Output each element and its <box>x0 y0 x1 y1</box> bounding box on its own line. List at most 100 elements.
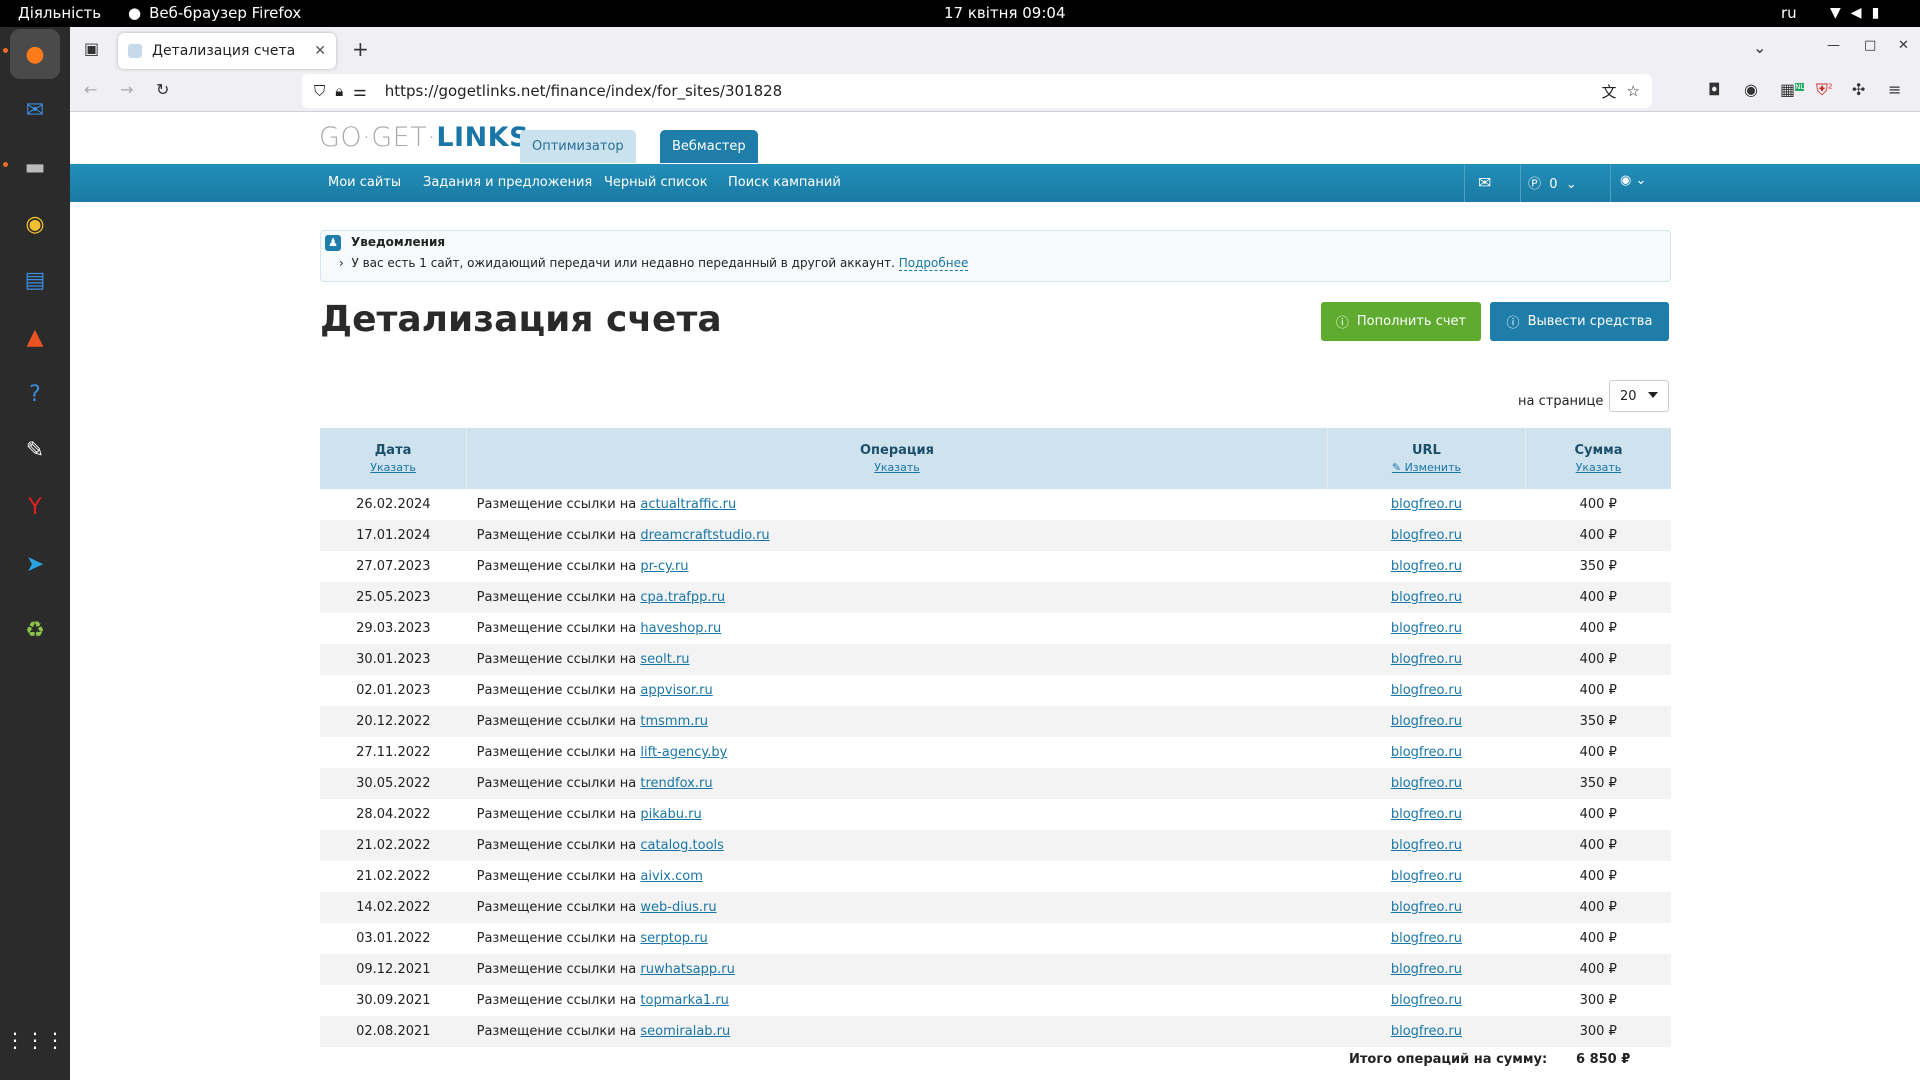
balance-menu[interactable]: Ⓟ 0 ⌄ <box>1528 173 1577 192</box>
operation-site-link[interactable]: catalog.tools <box>640 838 724 853</box>
operation-site-link[interactable]: serptop.ru <box>640 931 707 946</box>
tab-current[interactable]: Детализация счета ✕ <box>118 33 336 69</box>
row-url-link[interactable]: blogfreo.ru <box>1391 683 1462 698</box>
mail-icon[interactable]: ✉ <box>1478 173 1491 192</box>
topup-button[interactable]: ⓘ Пополнить счет <box>1321 302 1481 341</box>
operation-site-link[interactable]: lift-agency.by <box>640 745 727 760</box>
url-text[interactable]: https://gogetlinks.net/finance/index/for… <box>385 82 783 100</box>
operation-site-link[interactable]: seolt.ru <box>640 652 689 667</box>
row-url-link[interactable]: blogfreo.ru <box>1391 497 1462 512</box>
row-url-link[interactable]: blogfreo.ru <box>1391 776 1462 791</box>
row-url-link[interactable]: blogfreo.ru <box>1391 993 1462 1008</box>
url-change-link[interactable]: ✎ Изменить <box>1328 461 1525 474</box>
row-url-link[interactable]: blogfreo.ru <box>1391 714 1462 729</box>
files-dock-icon[interactable]: ▬ <box>10 142 60 192</box>
tab-webmaster[interactable]: Вебмастер <box>660 130 758 163</box>
operation-site-link[interactable]: web-dius.ru <box>640 900 716 915</box>
show-apps-icon[interactable]: ⋮⋮⋮ <box>5 1015 65 1065</box>
clock[interactable]: 17 квітня 09:04 <box>944 4 1066 22</box>
row-url-link[interactable]: blogfreo.ru <box>1391 807 1462 822</box>
reload-icon[interactable]: ↻ <box>156 80 169 99</box>
operation-filter-link[interactable]: Указать <box>467 461 1327 474</box>
row-url-link[interactable]: blogfreo.ru <box>1391 590 1462 605</box>
nav-blacklist[interactable]: Черный список <box>604 175 708 190</box>
help-dock-icon[interactable]: ? <box>10 369 60 419</box>
minimize-icon[interactable]: — <box>1827 38 1840 53</box>
operation-site-link[interactable]: ruwhatsapp.ru <box>640 962 734 977</box>
thunderbird-dock-icon[interactable]: ✉ <box>10 85 60 135</box>
row-url-link[interactable]: blogfreo.ru <box>1391 1024 1462 1039</box>
bookmark-star-icon[interactable]: ☆ <box>1627 82 1640 100</box>
operation-site-link[interactable]: cpa.trafpp.ru <box>640 590 725 605</box>
telegram-dock-icon[interactable]: ➤ <box>10 539 60 589</box>
row-url-link[interactable]: blogfreo.ru <box>1391 900 1462 915</box>
operation-site-link[interactable]: topmarka1.ru <box>640 993 729 1008</box>
pocket-icon[interactable]: ◘ <box>1708 80 1721 99</box>
user-menu[interactable]: ◉ ⌄ <box>1620 173 1646 188</box>
withdraw-button[interactable]: ⓘ Вывести средства <box>1490 302 1669 341</box>
extension-icon[interactable]: ▦NL <box>1780 80 1805 99</box>
ublock-icon[interactable]: ⛨2 <box>1816 80 1832 100</box>
table-row: 21.02.2022 Размещение ссылки на catalog.t… <box>320 830 1671 861</box>
ext-badge-nl: NL <box>1795 82 1805 91</box>
nav-tasks[interactable]: Задания и предложения <box>423 175 592 190</box>
account-icon[interactable]: ◉ <box>1744 80 1758 99</box>
tab-list-chevron-icon[interactable]: ⌄ <box>1753 38 1766 57</box>
operation-site-link[interactable]: trendfox.ru <box>640 776 712 791</box>
forward-icon[interactable]: → <box>120 80 133 99</box>
row-url-link[interactable]: blogfreo.ru <box>1391 962 1462 977</box>
keyboard-layout[interactable]: ru <box>1781 4 1797 22</box>
operation-site-link[interactable]: aivix.com <box>640 869 702 884</box>
row-url-link[interactable]: blogfreo.ru <box>1391 869 1462 884</box>
extensions-puzzle-icon[interactable]: ✣ <box>1852 80 1865 99</box>
notification-more-link[interactable]: Подробнее <box>898 256 969 271</box>
maximize-icon[interactable]: □ <box>1864 38 1876 53</box>
close-tab-icon[interactable]: ✕ <box>314 43 326 59</box>
operation-site-link[interactable]: seomiralab.ru <box>640 1024 730 1039</box>
operation-site-link[interactable]: appvisor.ru <box>640 683 712 698</box>
trash-dock-icon[interactable]: ♻ <box>10 605 60 655</box>
row-url-link[interactable]: blogfreo.ru <box>1391 745 1462 760</box>
operation-prefix: Размещение ссылки на <box>476 838 637 853</box>
rhythmbox-dock-icon[interactable]: ◉ <box>10 199 60 249</box>
system-tray[interactable]: ▼ ◀ ▮ <box>1830 5 1879 21</box>
site-logo[interactable]: GO·GET·LINKS <box>319 122 529 153</box>
operation-site-link[interactable]: pr-cy.ru <box>640 559 688 574</box>
row-url-link[interactable]: blogfreo.ru <box>1391 652 1462 667</box>
sum-filter-link[interactable]: Указать <box>1526 461 1671 474</box>
row-sum: 400 ₽ <box>1525 582 1671 613</box>
operation-site-link[interactable]: pikabu.ru <box>640 807 701 822</box>
tab-overview-icon[interactable]: ▣ <box>84 39 99 58</box>
shield-icon[interactable]: ⛉ <box>314 82 325 100</box>
row-url-link[interactable]: blogfreo.ru <box>1391 621 1462 636</box>
menu-icon[interactable]: ≡ <box>1888 80 1901 99</box>
activities-button[interactable]: Діяльність <box>18 4 101 22</box>
row-url-link[interactable]: blogfreo.ru <box>1391 559 1462 574</box>
translate-icon[interactable]: 文 <box>1602 81 1617 102</box>
operation-site-link[interactable]: tmsmm.ru <box>640 714 708 729</box>
text-editor-dock-icon[interactable]: ✎ <box>10 425 60 475</box>
back-icon[interactable]: ← <box>84 80 97 99</box>
date-filter-link[interactable]: Указать <box>320 461 466 474</box>
operation-prefix: Размещение ссылки на <box>476 621 637 636</box>
firefox-dock-icon[interactable]: ● <box>10 29 60 79</box>
operation-site-link[interactable]: actualtraffic.ru <box>640 497 736 512</box>
row-url-link[interactable]: blogfreo.ru <box>1391 838 1462 853</box>
permissions-icon[interactable]: ⚌ <box>353 82 366 100</box>
url-bar[interactable]: ⛉ 🔒︎ ⚌ https://gogetlinks.net/finance/in… <box>302 74 1652 108</box>
nav-my-sites[interactable]: Мои сайты <box>328 175 401 190</box>
new-tab-icon[interactable]: + <box>352 37 369 61</box>
operation-site-link[interactable]: haveshop.ru <box>640 621 721 636</box>
lock-icon[interactable]: 🔒︎ <box>335 82 343 100</box>
per-page-select[interactable]: 20 <box>1609 380 1669 412</box>
nav-campaign-search[interactable]: Поиск кампаний <box>728 175 841 190</box>
close-window-icon[interactable]: ✕ <box>1898 38 1909 53</box>
row-url-link[interactable]: blogfreo.ru <box>1391 931 1462 946</box>
yandex-dock-icon[interactable]: Y <box>10 482 60 532</box>
app-menu[interactable]: ● Веб-браузер Firefox <box>128 4 301 22</box>
tab-optimizer[interactable]: Оптимизатор <box>520 130 636 163</box>
row-url-link[interactable]: blogfreo.ru <box>1391 528 1462 543</box>
operation-site-link[interactable]: dreamcraftstudio.ru <box>640 528 769 543</box>
writer-dock-icon[interactable]: ▤ <box>10 255 60 305</box>
app-center-dock-icon[interactable]: ▲ <box>10 312 60 362</box>
